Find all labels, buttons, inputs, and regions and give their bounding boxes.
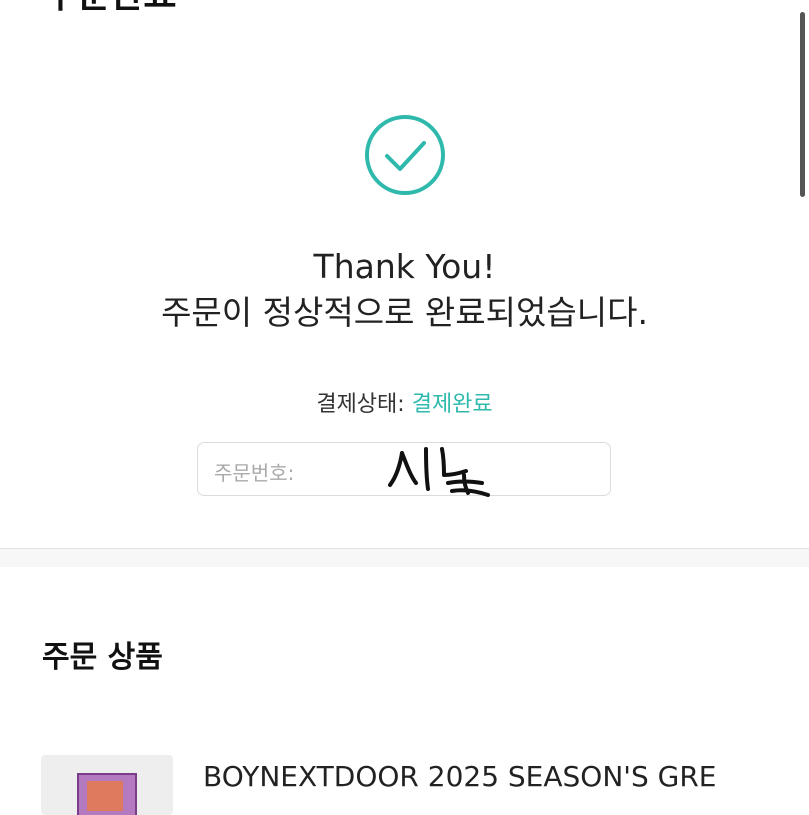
page-title: 주문완료: [44, 0, 176, 14]
section-divider: [0, 548, 809, 567]
payment-status: 결제상태: 결제완료: [0, 386, 809, 418]
check-circle-icon: [365, 115, 445, 195]
product-thumbnail[interactable]: [41, 755, 173, 815]
payment-status-label: 결제상태:: [316, 392, 405, 417]
handwritten-redaction-scribble: [388, 447, 490, 497]
payment-status-value: 결제완료: [411, 392, 493, 417]
confirmation-message: Thank You! 주문이 정상적으로 완료되었습니다.: [0, 244, 809, 336]
product-name[interactable]: BOYNEXTDOOR 2025 SEASON'S GRE: [203, 760, 803, 793]
order-number-label: 주문번호:: [214, 461, 295, 485]
order-items-title: 주문 상품: [42, 640, 163, 675]
order-complete-text: 주문이 정상적으로 완료되었습니다.: [161, 293, 648, 332]
thank-you-text: Thank You!: [313, 247, 496, 286]
product-image-detail: [87, 781, 123, 811]
scrollbar[interactable]: [800, 12, 805, 197]
order-number-field: 주문번호:: [197, 442, 611, 497]
